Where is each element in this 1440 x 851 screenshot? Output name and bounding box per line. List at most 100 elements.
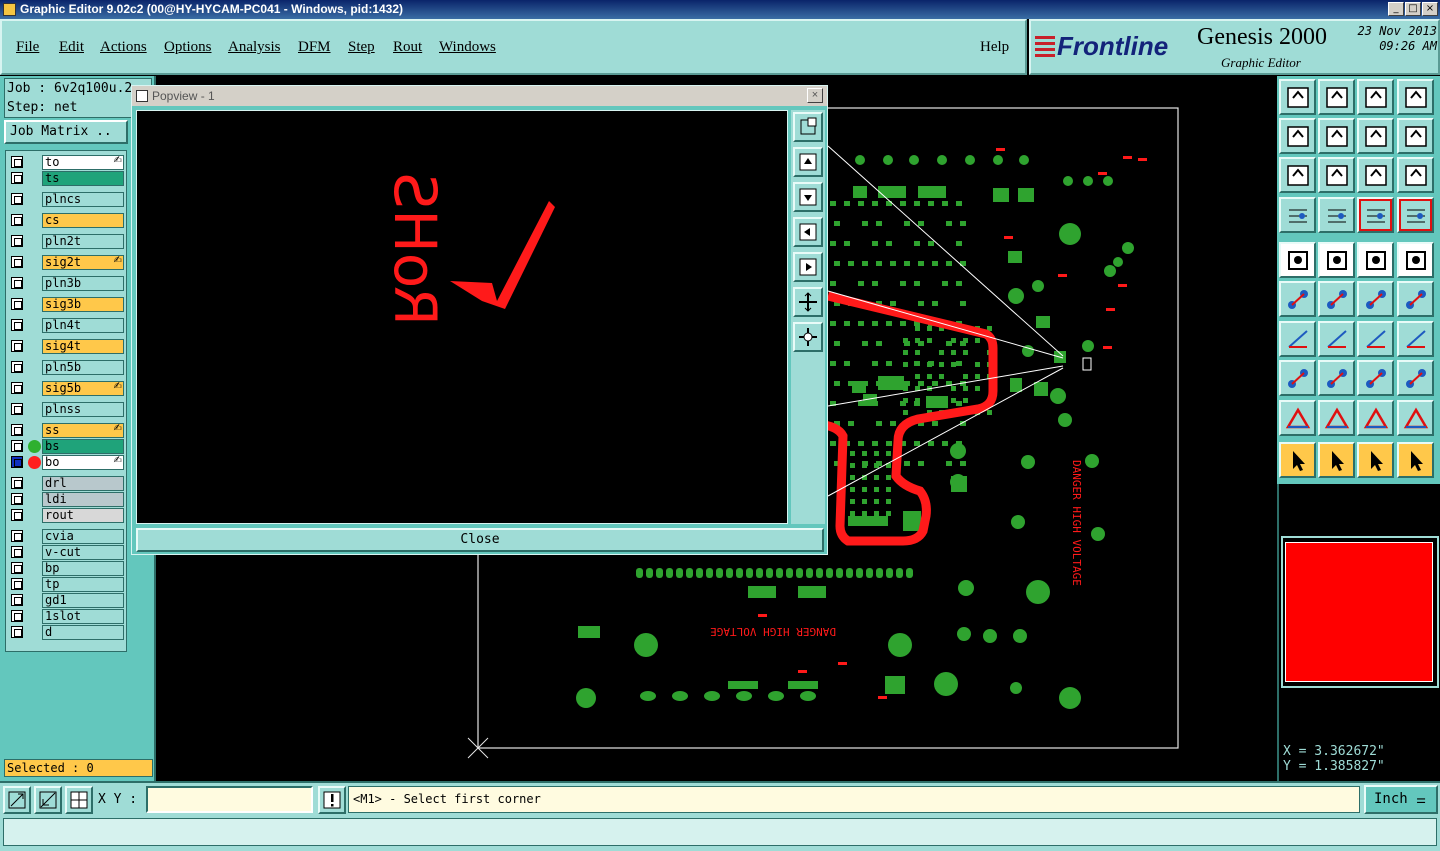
popview-close-x[interactable]: × (807, 88, 823, 103)
layer-name[interactable]: gd1 (42, 593, 124, 608)
layer-name[interactable]: tp (42, 577, 124, 592)
layer-row[interactable]: ldi (8, 492, 126, 507)
layer-checkbox[interactable] (11, 214, 23, 226)
menu-file[interactable]: File (16, 39, 39, 56)
layer-checkbox[interactable] (11, 361, 23, 373)
layer-row[interactable]: pln3b (8, 276, 126, 291)
grid-icon[interactable] (1318, 197, 1355, 233)
angle-icon[interactable] (1279, 321, 1316, 357)
layer-row[interactable]: v-cut (8, 545, 126, 560)
layer-name[interactable]: cs (42, 213, 124, 228)
triangle-b-icon[interactable] (1318, 400, 1355, 436)
layer-checkbox[interactable] (11, 256, 23, 268)
layer-row[interactable]: sig5b ✍ (8, 381, 126, 396)
layer-name[interactable]: plncs (42, 192, 124, 207)
dimension-icon[interactable] (1357, 360, 1394, 396)
arch-icon[interactable] (1357, 400, 1394, 436)
layer-name[interactable]: sig2t (42, 255, 124, 270)
layer-row[interactable]: sig2t ✍ (8, 255, 126, 270)
nodes-icon[interactable] (1279, 281, 1316, 317)
window-icon[interactable] (1397, 79, 1434, 115)
pan-left-icon[interactable] (1279, 118, 1316, 154)
layer-name[interactable]: drl (42, 476, 124, 491)
select-pointer-icon[interactable] (1357, 442, 1394, 478)
layer-row[interactable]: pln5b (8, 360, 126, 375)
job-matrix-button[interactable]: Job Matrix .. (4, 120, 128, 144)
close-window-button[interactable]: × (1422, 2, 1438, 16)
snap-icon[interactable] (3, 786, 31, 814)
help-icon[interactable] (1397, 157, 1434, 193)
layers-a-icon[interactable] (1357, 197, 1394, 233)
zoom-home-icon[interactable] (1279, 79, 1316, 115)
layer-row[interactable]: d (8, 625, 126, 640)
move-icon[interactable] (1357, 281, 1394, 317)
layer-name[interactable]: ldi (42, 492, 124, 507)
layer-checkbox[interactable] (11, 562, 23, 574)
layer-name[interactable]: sig3b (42, 297, 124, 312)
pv-pan-left-button[interactable] (793, 217, 823, 247)
camera-icon[interactable] (1279, 242, 1316, 278)
pv-zoom-window-button[interactable] (793, 112, 823, 142)
layer-checkbox[interactable] (11, 610, 23, 622)
circle-dots-icon[interactable] (1397, 242, 1434, 278)
layer-row[interactable]: plncs (8, 192, 126, 207)
layer-name[interactable]: pln4t (42, 318, 124, 333)
mirror-icon[interactable] (1357, 118, 1394, 154)
layer-row[interactable]: bs (8, 439, 126, 454)
layer-row[interactable]: bo ✍ (8, 455, 126, 470)
layer-name[interactable]: sig4t (42, 339, 124, 354)
layer-checkbox[interactable] (11, 298, 23, 310)
fit-icon[interactable] (1279, 157, 1316, 193)
layer-name[interactable]: bs (42, 439, 124, 454)
popview-canvas[interactable]: RoHS (136, 110, 788, 524)
layer-name[interactable]: pln2t (42, 234, 124, 249)
layer-row[interactable]: 1slot (8, 609, 126, 624)
zoom-in-icon[interactable] (1318, 79, 1355, 115)
pad-icon[interactable] (1279, 360, 1316, 396)
menu-actions[interactable]: Actions (100, 39, 147, 56)
minimize-button[interactable]: _ (1388, 2, 1404, 16)
layer-checkbox[interactable] (11, 172, 23, 184)
layer-row[interactable]: cvia (8, 529, 126, 544)
layer-checkbox[interactable] (11, 440, 23, 452)
layer-name[interactable]: rout (42, 508, 124, 523)
menu-analysis[interactable]: Analysis (228, 39, 281, 56)
circles-icon[interactable] (1397, 360, 1434, 396)
layer-checkbox[interactable] (11, 546, 23, 558)
snake-icon[interactable] (1397, 118, 1434, 154)
layer-checkbox[interactable] (11, 626, 23, 638)
layer-row[interactable]: sig4t (8, 339, 126, 354)
pv-zoom-out-button[interactable] (793, 322, 823, 352)
layers-b-icon[interactable] (1397, 197, 1434, 233)
layer-name[interactable]: pln3b (42, 276, 124, 291)
menu-rout[interactable]: Rout (393, 39, 422, 56)
maximize-button[interactable]: □ (1405, 2, 1421, 16)
overview-panel[interactable] (1277, 484, 1440, 740)
layer-checkbox[interactable] (11, 156, 23, 168)
layer-checkbox[interactable] (11, 340, 23, 352)
cross-icon[interactable] (1318, 281, 1355, 317)
layer-name[interactable]: cvia (42, 529, 124, 544)
layer-row[interactable]: tp (8, 577, 126, 592)
layer-row[interactable]: gd1 (8, 593, 126, 608)
line-icon[interactable] (1318, 321, 1355, 357)
layer-row[interactable]: bp (8, 561, 126, 576)
layer-row[interactable]: rout (8, 508, 126, 523)
layer-row[interactable]: cs (8, 213, 126, 228)
menu-step[interactable]: Step (348, 39, 375, 56)
layer-name[interactable]: ts (42, 171, 124, 186)
select-box-icon[interactable] (1318, 442, 1355, 478)
popview-close-button[interactable]: Close (136, 528, 824, 552)
layer-row[interactable]: plnss (8, 402, 126, 417)
polygon-icon[interactable] (1397, 400, 1434, 436)
align-icon[interactable] (1397, 321, 1434, 357)
triangle-a-icon[interactable] (1279, 400, 1316, 436)
layer-checkbox[interactable] (11, 594, 23, 606)
pv-pan-up-button[interactable] (793, 147, 823, 177)
layer-row[interactable]: ts (8, 171, 126, 186)
layer-row[interactable]: drl (8, 476, 126, 491)
connect-icon[interactable] (1397, 281, 1434, 317)
layer-checkbox[interactable] (11, 235, 23, 247)
layer-checkbox[interactable] (11, 477, 23, 489)
units-selector[interactable]: Inch ⚌ (1364, 785, 1438, 814)
